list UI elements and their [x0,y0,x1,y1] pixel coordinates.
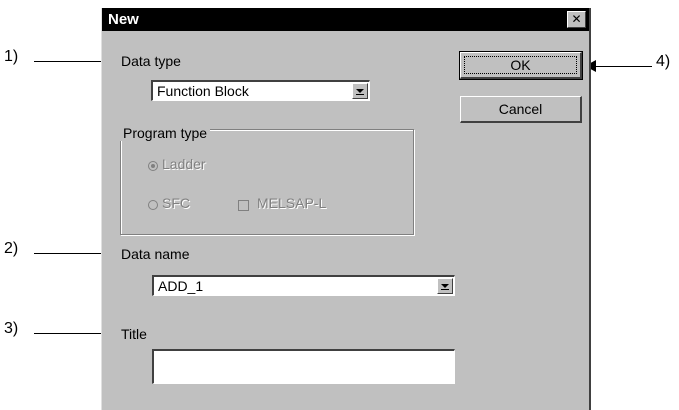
ok-button[interactable]: OK [459,51,583,80]
dropdown-arrow-icon[interactable] [352,83,368,99]
program-type-label: Program type [120,125,211,141]
data-name-select[interactable]: ADD_1 [152,275,455,296]
dropdown-arrow-icon[interactable] [437,278,453,294]
data-type-select[interactable]: Function Block [151,80,370,101]
title-bar[interactable]: New ✕ [102,8,589,31]
cancel-label: Cancel [498,101,543,117]
callout-4: 4) [656,53,671,70]
callout-3: 3) [4,320,19,337]
ok-label: OK [510,57,531,73]
data-name-label: Data name [121,246,190,262]
data-type-label: Data type [121,53,181,69]
melsap-label: MELSAP-L [257,195,327,211]
close-icon: ✕ [571,12,582,26]
callout-2: 2) [4,240,19,257]
arrow-right-icon [34,61,106,62]
program-type-group [120,129,414,235]
arrow-right-icon [34,253,106,254]
data-name-value: ADD_1 [158,278,204,294]
sfc-radio[interactable] [148,200,158,210]
arrow-line [594,66,652,67]
data-type-value: Function Block [157,83,249,99]
melsap-checkbox[interactable] [238,200,249,211]
sfc-label: SFC [162,195,190,211]
dialog-title: New [108,11,139,28]
ladder-radio[interactable] [148,161,158,171]
close-button[interactable]: ✕ [567,11,586,28]
cancel-button[interactable]: Cancel [460,96,582,123]
new-dialog: New ✕ Data type Function Block Program t… [101,8,591,410]
arrow-right-icon [34,333,106,334]
title-input[interactable] [152,349,455,384]
callout-1: 1) [4,48,19,65]
ladder-label: Ladder [162,156,206,172]
title-label: Title [121,326,147,342]
